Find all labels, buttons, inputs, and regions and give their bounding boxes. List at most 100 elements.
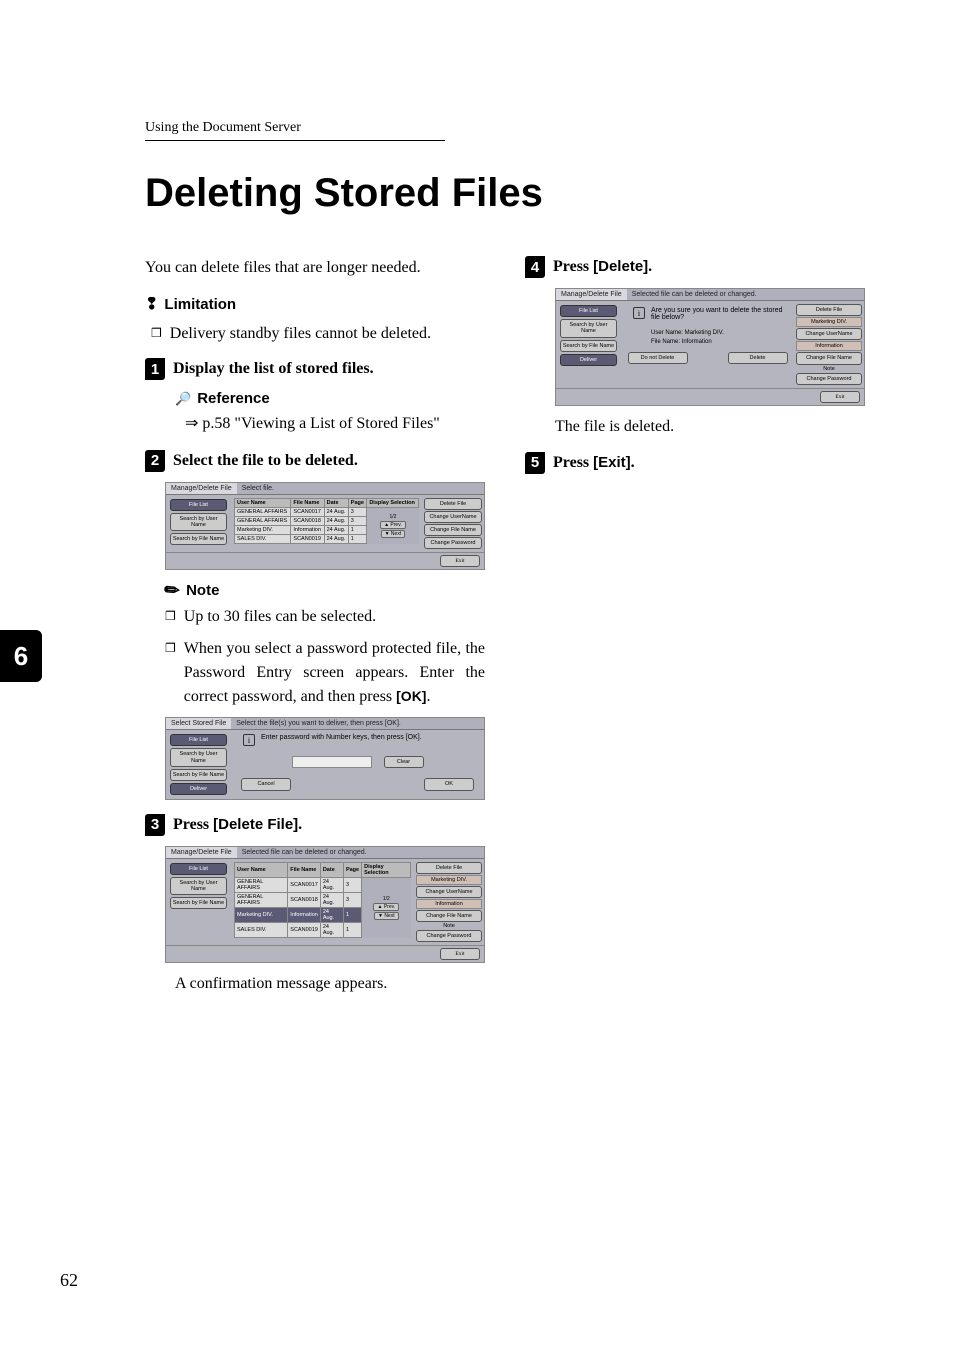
file-table: User Name File Name Date Page Display Se… [234,498,419,544]
search-by-user-button[interactable]: Search by User Name [170,748,227,766]
search-by-file-button[interactable]: Search by File Name [170,769,227,781]
search-by-user-button[interactable]: Search by User Name [170,513,227,531]
exit-button[interactable]: Exit [440,948,480,960]
page-number: 62 [60,1270,78,1291]
search-by-file-button[interactable]: Search by File Name [560,340,617,352]
step-1-text: Display the list of stored files. [173,358,374,380]
shot-title-tab: Select Stored File [166,718,231,729]
col-page[interactable]: Page [348,499,367,508]
file-table: User Name File Name Date Page Display Se… [234,862,411,938]
selected-file-label: Information [796,341,862,351]
change-password-button[interactable]: Change Password [424,537,482,549]
step-4-text: Press [Delete]. [553,256,652,278]
next-button[interactable]: ▼ Next [374,912,399,920]
shot-title-tab: Manage/Delete File [556,289,627,300]
prev-button[interactable]: ▲ Prev. [380,521,406,529]
shot-header: Select the file(s) you want to deliver, … [231,718,406,729]
bullet-icon: ❒ [165,605,176,629]
note-icon: ✎ [164,583,181,600]
search-by-user-button[interactable]: Search by User Name [170,877,227,895]
next-button[interactable]: ▼ Next [381,530,406,538]
screenshot-select-file: Manage/Delete File Select file. File Lis… [165,482,485,570]
screenshot-password: Select Stored File Select the file(s) yo… [165,717,485,799]
col-user[interactable]: User Name [235,863,288,878]
change-filename-button[interactable]: Change File Name [424,524,482,536]
reference-text: ⇒ p.58 "Viewing a List of Stored Files" [185,413,485,435]
shot-header: Select file. [237,483,279,494]
file-list-button[interactable]: File List [170,734,227,746]
user-name-line: User Name: Marketing DIV. [651,329,790,337]
file-list-button[interactable]: File List [170,499,227,511]
search-by-file-button[interactable]: Search by File Name [170,897,227,909]
step-badge-4: 4 [525,256,545,278]
selected-file-label: Information [416,899,482,909]
change-password-button[interactable]: Change Password [796,373,862,385]
step-badge-2: 2 [145,450,165,472]
confirm-message: Are you sure you want to delete the stor… [651,307,790,321]
change-filename-button[interactable]: Change File Name [416,910,482,922]
change-username-button[interactable]: Change UserName [796,328,862,340]
note-label: Note [416,923,482,929]
page-title: Deleting Stored Files [145,171,894,216]
shot-title-tab: Manage/Delete File [166,847,237,858]
file-list-button[interactable]: File List [170,863,227,875]
reference-label: Reference [197,390,270,407]
delete-file-button[interactable]: Delete File [424,498,482,510]
intro-paragraph: You can delete files that are longer nee… [145,256,485,280]
info-icon: i [633,307,645,319]
deleted-text: The file is deleted. [555,418,865,436]
col-date[interactable]: Date [324,499,348,508]
col-page[interactable]: Page [343,863,361,878]
confirm-message-text: A confirmation message appears. [175,975,485,993]
deliver-button[interactable]: Deliver [170,783,227,795]
do-not-delete-button[interactable]: Do not Delete [628,352,688,364]
delete-file-button[interactable]: Delete File [416,862,482,874]
clear-button[interactable]: Clear [384,756,424,768]
prev-button[interactable]: ▲ Prev. [373,903,399,911]
chapter-tab: 6 [0,630,42,682]
change-username-button[interactable]: Change UserName [424,511,482,523]
step-badge-3: 3 [145,814,165,836]
section-header: Using the Document Server [145,120,445,141]
step-badge-1: 1 [145,358,165,380]
shot-title-tab: Manage/Delete File [166,483,237,494]
change-filename-button[interactable]: Change File Name [796,352,862,364]
step-2-text: Select the file to be deleted. [173,450,358,472]
delete-button[interactable]: Delete [728,352,788,364]
col-user[interactable]: User Name [235,499,291,508]
password-input[interactable] [292,756,372,768]
search-by-file-button[interactable]: Search by File Name [170,533,227,545]
note-label: Note [186,582,219,599]
bullet-icon: ❒ [165,637,176,709]
col-file[interactable]: File Name [291,499,324,508]
reference-icon: 🔎 [175,391,191,407]
search-by-user-button[interactable]: Search by User Name [560,319,617,337]
exit-button[interactable]: Exit [820,391,860,403]
table-row[interactable]: GENERAL AFFAIRSSCAN001724 Aug.31/2▲ Prev… [235,878,411,893]
file-name-line: File Name: Information [651,338,790,346]
screenshot-confirm-delete: Manage/Delete File Selected file can be … [555,288,865,405]
step-5-text: Press [Exit]. [553,452,635,474]
table-row[interactable]: GENERAL AFFAIRSSCAN001724 Aug.31/2▲ Prev… [235,508,419,517]
info-icon: i [243,734,255,746]
file-list-button[interactable]: File List [560,305,617,317]
delete-file-button[interactable]: Delete File [796,304,862,316]
display-selection-button[interactable]: Display Selection [367,499,419,508]
step-3-text: Press [Delete File]. [173,814,302,836]
col-file[interactable]: File Name [288,863,321,878]
step-badge-5: 5 [525,452,545,474]
display-selection-button[interactable]: Display Selection [362,863,411,878]
password-message: Enter password with Number keys, then pr… [261,734,422,741]
col-date[interactable]: Date [320,863,343,878]
note-label: Note [796,366,862,372]
change-username-button[interactable]: Change UserName [416,886,482,898]
shot-header: Selected file can be deleted or changed. [627,289,762,300]
note-text-1: Up to 30 files can be selected. [184,605,485,629]
cancel-button[interactable]: Cancel [241,778,291,790]
ok-button[interactable]: OK [424,778,474,790]
bullet-icon: ❒ [151,322,162,346]
limitation-icon: ❢ [145,294,158,314]
change-password-button[interactable]: Change Password [416,930,482,942]
exit-button[interactable]: Exit [440,555,480,567]
deliver-button[interactable]: Deliver [560,354,617,366]
